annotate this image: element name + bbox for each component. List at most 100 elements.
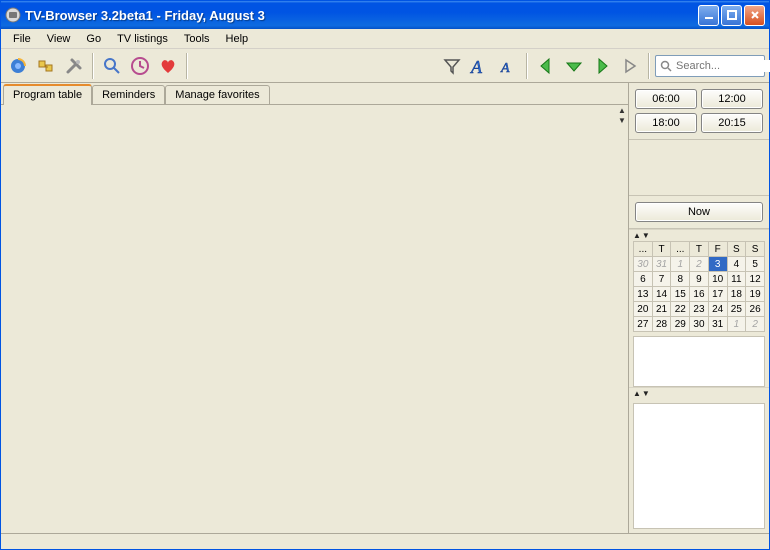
calendar[interactable]: ...T...TFSS30311234567891011121314151617…: [633, 241, 765, 332]
app-icon: [5, 7, 21, 23]
menu-help[interactable]: Help: [218, 31, 257, 47]
calendar-day[interactable]: 8: [671, 272, 690, 287]
calendar-day[interactable]: 27: [634, 317, 653, 332]
close-button[interactable]: [744, 5, 765, 26]
toolbar: A A: [1, 49, 769, 83]
calendar-collapse[interactable]: ▲▼: [629, 229, 769, 241]
calendar-day[interactable]: 30: [690, 317, 709, 332]
time-button-2015[interactable]: 20:15: [701, 113, 763, 133]
menu-tvlistings[interactable]: TV listings: [109, 31, 176, 47]
toolbar-separator: [186, 53, 188, 79]
toolbar-separator: [648, 53, 650, 79]
calendar-day[interactable]: 16: [690, 287, 709, 302]
settings-button[interactable]: [61, 53, 87, 79]
program-table-body: ▲ ▼: [1, 105, 628, 533]
calendar-day[interactable]: 12: [746, 272, 765, 287]
tab-program-table[interactable]: Program table: [3, 84, 92, 105]
nav-down-button[interactable]: [561, 53, 587, 79]
tab-manage-favorites[interactable]: Manage favorites: [165, 85, 269, 104]
maximize-button[interactable]: [721, 5, 742, 26]
calendar-day[interactable]: 30: [634, 257, 653, 272]
reminder-button[interactable]: [127, 53, 153, 79]
calendar-day[interactable]: 26: [746, 302, 765, 317]
window-title: TV-Browser 3.2beta1 - Friday, August 3: [25, 8, 698, 23]
calendar-day[interactable]: 7: [652, 272, 671, 287]
app-window: TV-Browser 3.2beta1 - Friday, August 3 F…: [0, 0, 770, 550]
col-scroll-down[interactable]: ▼: [616, 115, 628, 125]
update-button[interactable]: [5, 53, 31, 79]
nav-now-button[interactable]: [617, 53, 643, 79]
time-panel: 06:00 12:00 18:00 20:15: [629, 83, 769, 140]
column-scroll-buttons: ▲ ▼: [616, 105, 628, 125]
main-pane: Program table Reminders Manage favorites…: [1, 83, 629, 533]
calendar-day[interactable]: 1: [727, 317, 746, 332]
calendar-day[interactable]: 1: [671, 257, 690, 272]
channel-list[interactable]: [633, 403, 765, 529]
calendar-day[interactable]: 28: [652, 317, 671, 332]
toolbar-separator: [526, 53, 528, 79]
calendar-day[interactable]: 10: [708, 272, 727, 287]
search-input[interactable]: [676, 60, 770, 72]
calendar-day[interactable]: 24: [708, 302, 727, 317]
favorites-button[interactable]: [155, 53, 181, 79]
calendar-day[interactable]: 21: [652, 302, 671, 317]
calendar-day[interactable]: 31: [708, 317, 727, 332]
calendar-day[interactable]: 17: [708, 287, 727, 302]
calendar-day[interactable]: 2: [690, 257, 709, 272]
nav-forward-button[interactable]: [589, 53, 615, 79]
font-large-button[interactable]: A: [467, 53, 493, 79]
menubar: File View Go TV listings Tools Help: [1, 29, 769, 49]
calendar-day[interactable]: 29: [671, 317, 690, 332]
calendar-day[interactable]: 15: [671, 287, 690, 302]
font-small-button[interactable]: A: [495, 53, 521, 79]
calendar-header: ...: [634, 242, 653, 257]
calendar-day[interactable]: 22: [671, 302, 690, 317]
svg-text:A: A: [500, 61, 510, 76]
calendar-day[interactable]: 23: [690, 302, 709, 317]
search-button[interactable]: [99, 53, 125, 79]
calendar-day[interactable]: 13: [634, 287, 653, 302]
search-icon: [660, 60, 672, 72]
svg-text:A: A: [470, 57, 483, 77]
col-scroll-up[interactable]: ▲: [616, 105, 628, 115]
calendar-day[interactable]: 9: [690, 272, 709, 287]
calendar-day[interactable]: 14: [652, 287, 671, 302]
menu-tools[interactable]: Tools: [176, 31, 218, 47]
nav-back-button[interactable]: [533, 53, 559, 79]
calendar-header: S: [727, 242, 746, 257]
now-panel: Now: [629, 195, 769, 229]
minimize-button[interactable]: [698, 5, 719, 26]
calendar-day[interactable]: 31: [652, 257, 671, 272]
content-area: Program table Reminders Manage favorites…: [1, 83, 769, 533]
time-button-0600[interactable]: 06:00: [635, 89, 697, 109]
menu-view[interactable]: View: [39, 31, 79, 47]
statusbar: [1, 533, 769, 549]
calendar-day[interactable]: 2: [746, 317, 765, 332]
calendar-day[interactable]: 11: [727, 272, 746, 287]
time-button-1800[interactable]: 18:00: [635, 113, 697, 133]
calendar-day[interactable]: 4: [727, 257, 746, 272]
menu-file[interactable]: File: [5, 31, 39, 47]
toolbar-separator: [92, 53, 94, 79]
menu-go[interactable]: Go: [78, 31, 109, 47]
side-pane: 06:00 12:00 18:00 20:15 Now ▲▼ ...T...TF…: [629, 83, 769, 533]
calendar-day[interactable]: 6: [634, 272, 653, 287]
calendar-day[interactable]: 20: [634, 302, 653, 317]
search-box[interactable]: [655, 55, 765, 77]
calendar-day[interactable]: 18: [727, 287, 746, 302]
calendar-day[interactable]: 25: [727, 302, 746, 317]
window-controls: [698, 5, 765, 26]
calendar-day[interactable]: 5: [746, 257, 765, 272]
channels-collapse[interactable]: ▲▼: [629, 387, 769, 399]
calendar-day[interactable]: 3: [708, 257, 727, 272]
side-spacer: [629, 140, 769, 195]
titlebar: TV-Browser 3.2beta1 - Friday, August 3: [1, 1, 769, 29]
calendar-panel: ...T...TFSS30311234567891011121314151617…: [629, 241, 769, 336]
plugins-button[interactable]: [33, 53, 59, 79]
now-button[interactable]: Now: [635, 202, 763, 222]
tab-reminders[interactable]: Reminders: [92, 85, 165, 104]
calendar-header: T: [652, 242, 671, 257]
filter-button[interactable]: [439, 53, 465, 79]
time-button-1200[interactable]: 12:00: [701, 89, 763, 109]
calendar-day[interactable]: 19: [746, 287, 765, 302]
